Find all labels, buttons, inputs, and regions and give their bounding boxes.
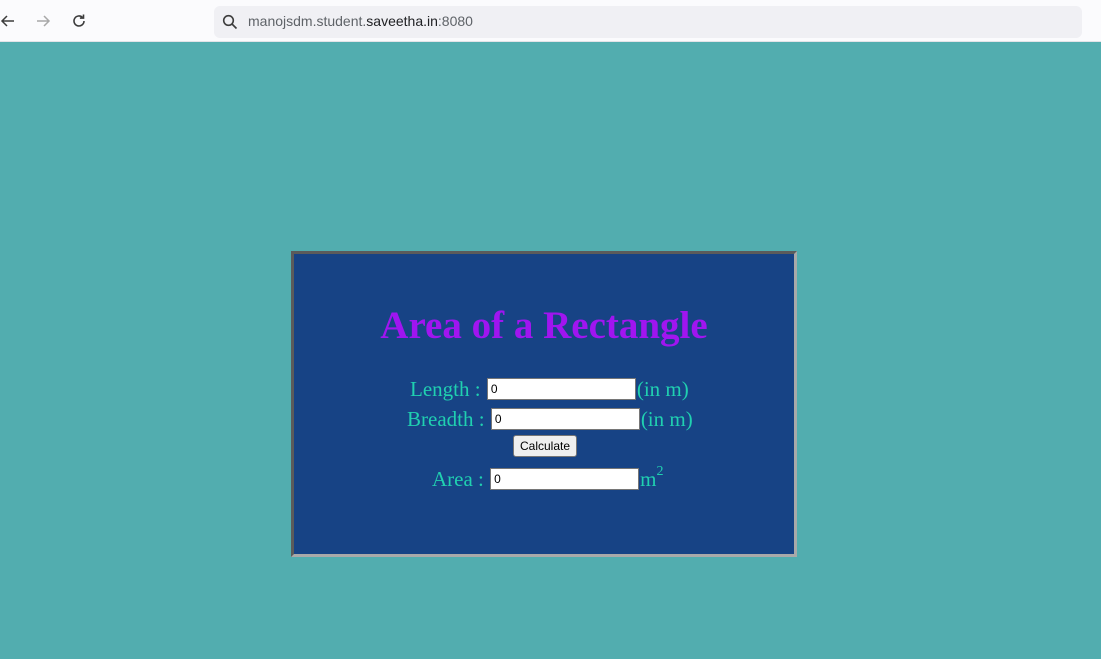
breadth-input[interactable] [490, 408, 640, 430]
area-unit-base: m [640, 466, 657, 491]
search-icon [222, 14, 238, 30]
url-prefix: manojsdm.student. [248, 13, 367, 29]
arrow-right-icon [37, 15, 51, 27]
browser-toolbar: manojsdm.student.saveetha.in:8080 [0, 0, 1101, 42]
reload-icon [73, 14, 85, 27]
area-output[interactable] [490, 468, 640, 490]
breadth-row: Breadth : (in m) [407, 407, 693, 431]
length-row: Length : (in m) [410, 377, 689, 401]
length-unit: (in m) [636, 376, 689, 401]
url-text: manojsdm.student.saveetha.in:8080 [248, 13, 473, 29]
address-bar[interactable]: manojsdm.student.saveetha.in:8080 [214, 6, 1082, 38]
area-row: Area : m2 [432, 463, 664, 492]
breadth-unit: (in m) [640, 406, 693, 431]
breadth-label: Breadth : [407, 406, 490, 431]
area-label: Area : [432, 466, 490, 491]
back-button[interactable] [0, 10, 19, 32]
area-unit-exponent: 2 [656, 463, 664, 479]
page-title: Area of a Rectangle [380, 304, 708, 347]
url-host: saveetha.in [366, 13, 438, 29]
arrow-left-icon [0, 15, 14, 27]
url-port: :8080 [437, 13, 473, 29]
area-unit: m2 [640, 463, 664, 492]
length-input[interactable] [486, 378, 636, 400]
length-label: Length : [410, 376, 486, 401]
calculate-button[interactable]: Calculate [513, 435, 577, 457]
rectangle-area-panel: Area of a Rectangle Length : (in m) Brea… [291, 251, 797, 557]
forward-button[interactable] [32, 10, 54, 32]
reload-button[interactable] [68, 10, 90, 32]
